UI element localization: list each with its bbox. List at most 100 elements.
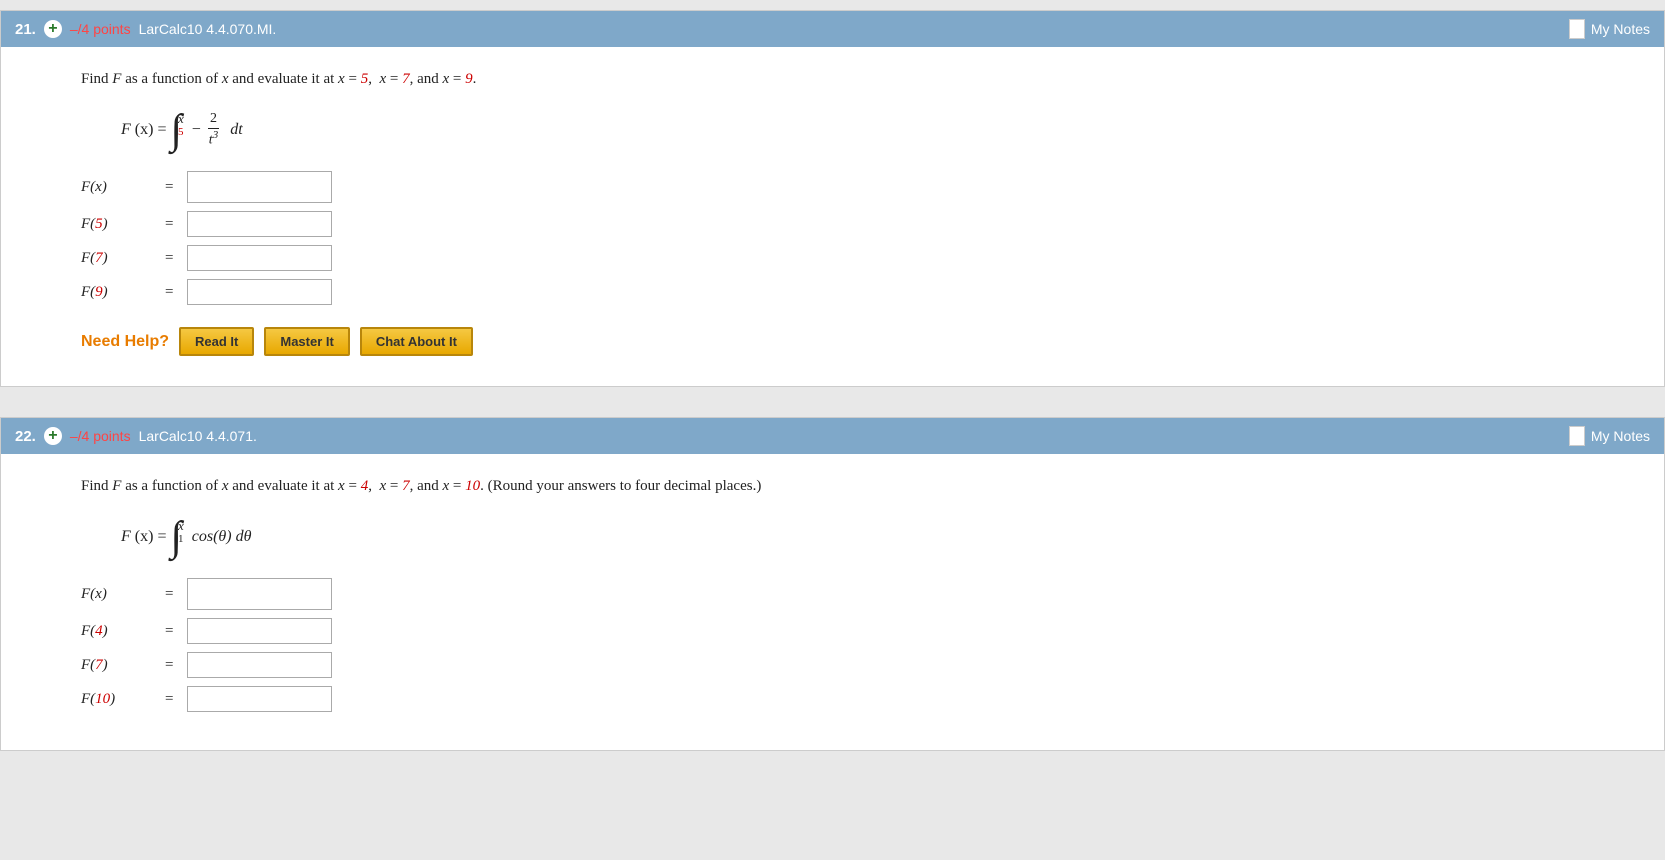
integral-container-22: ∫ x 1	[170, 516, 183, 558]
problem-22-formula: F(x) = ∫ x 1 cos(θ) dθ	[121, 516, 1624, 558]
fx-row-21: F(x) =	[81, 171, 1624, 203]
v3-22: 10	[465, 478, 480, 494]
x3-label-22: x	[443, 478, 450, 494]
master-it-button-21[interactable]: Master It	[264, 327, 349, 356]
problem-22-statement: Find F as a function of x and evaluate i…	[81, 474, 1624, 498]
integral-lower-21: 5	[178, 127, 184, 138]
problem-22-id: LarCalc10 4.4.071.	[139, 428, 257, 444]
page-container: 21. + –/4 points LarCalc10 4.4.070.MI. M…	[0, 0, 1665, 860]
f9-input-21[interactable]	[187, 279, 332, 305]
integral-upper-22: x	[178, 519, 184, 532]
dt-21: dt	[230, 121, 242, 139]
fx-input-22[interactable]	[187, 578, 332, 610]
problem-21-header: 21. + –/4 points LarCalc10 4.4.070.MI. M…	[1, 11, 1664, 47]
f5-label-21: F(5)	[81, 216, 151, 233]
eq-f10-22: =	[165, 691, 173, 708]
f4-row-22: F(4) =	[81, 618, 1624, 644]
eq-f9-21: =	[165, 284, 173, 301]
f7-input-22[interactable]	[187, 652, 332, 678]
v3-21: 9	[465, 71, 473, 87]
integrand-minus-21: −	[192, 121, 201, 139]
fx-input-21[interactable]	[187, 171, 332, 203]
formula-fx-21: F	[121, 121, 131, 139]
v1-21: 5	[361, 71, 369, 87]
problem-21-body: Find F as a function of x and evaluate i…	[1, 47, 1664, 386]
v1-22: 4	[361, 478, 369, 494]
eq-f4-22: =	[165, 623, 173, 640]
problem-21-formula: F(x) = ∫ x 5 − 2 t3 dt	[121, 109, 1624, 151]
frac-num-21: 2	[208, 111, 219, 129]
x2-label-22: x	[379, 478, 386, 494]
problem-22-body: Find F as a function of x and evaluate i…	[1, 454, 1664, 750]
integral-limits-21: x 5	[178, 112, 184, 138]
f4-label-22: F(4)	[81, 623, 151, 640]
eq-22: =	[165, 586, 173, 603]
eq-21: =	[165, 179, 173, 196]
f9-label-21: F(9)	[81, 284, 151, 301]
eq-f7-21: =	[165, 250, 173, 267]
formula-paren-22: (x) =	[135, 528, 167, 546]
f5-row-21: F(5) =	[81, 211, 1624, 237]
integral-formula-21: F(x) = ∫ x 5 − 2 t3 dt	[121, 109, 243, 151]
f10-label-22: F(10)	[81, 691, 151, 708]
x1-label-21: x	[338, 71, 345, 87]
plus-icon-21[interactable]: +	[44, 20, 62, 38]
need-help-row-21: Need Help? Read It Master It Chat About …	[81, 327, 1624, 356]
frac-21: 2 t3	[207, 111, 220, 149]
my-notes-label-22: My Notes	[1591, 428, 1650, 444]
f5-input-21[interactable]	[187, 211, 332, 237]
integral-formula-22: F(x) = ∫ x 1 cos(θ) dθ	[121, 516, 251, 558]
problem-21-points: –/4 points	[70, 21, 131, 37]
read-it-button-21[interactable]: Read It	[179, 327, 254, 356]
eq-f7-22: =	[165, 657, 173, 674]
problem-22-header: 22. + –/4 points LarCalc10 4.4.071. My N…	[1, 418, 1664, 454]
v2-21: 7	[402, 71, 410, 87]
integral-lower-22: 1	[178, 534, 184, 545]
eq-f5-21: =	[165, 216, 173, 233]
x-italic-21: x	[222, 71, 229, 87]
formula-paren-21: (x) =	[135, 121, 167, 139]
problem-22-number: 22.	[15, 428, 36, 445]
problem-22-points: –/4 points	[70, 428, 131, 444]
notes-icon-21	[1569, 19, 1585, 39]
f7-label-21: F(7)	[81, 250, 151, 267]
chat-about-it-button-21[interactable]: Chat About It	[360, 327, 473, 356]
integral-upper-21: x	[178, 112, 184, 125]
f7-row-22: F(7) =	[81, 652, 1624, 678]
problem-21-id: LarCalc10 4.4.070.MI.	[139, 21, 277, 37]
frac-den-21: t3	[207, 129, 220, 149]
notes-icon-22	[1569, 426, 1585, 446]
my-notes-label-21: My Notes	[1591, 21, 1650, 37]
formula-fx-22: F	[121, 528, 131, 546]
fx-label-22: F(x)	[81, 586, 151, 603]
plus-icon-22[interactable]: +	[44, 427, 62, 445]
problem-21-block: 21. + –/4 points LarCalc10 4.4.070.MI. M…	[0, 10, 1665, 387]
my-notes-button-22[interactable]: My Notes	[1569, 426, 1650, 446]
fx-label-21: F(x)	[81, 179, 151, 196]
x1-label-22: x	[338, 478, 345, 494]
fx-row-22: F(x) =	[81, 578, 1624, 610]
integral-limits-22: x 1	[178, 519, 184, 545]
f7-input-21[interactable]	[187, 245, 332, 271]
f10-row-22: F(10) =	[81, 686, 1624, 712]
x3-label-21: x	[443, 71, 450, 87]
f7-label-22: F(7)	[81, 657, 151, 674]
need-help-label-21: Need Help?	[81, 333, 169, 351]
f4-input-22[interactable]	[187, 618, 332, 644]
f7-row-21: F(7) =	[81, 245, 1624, 271]
problem-22-block: 22. + –/4 points LarCalc10 4.4.071. My N…	[0, 417, 1665, 751]
f-italic-21: F	[112, 71, 121, 87]
x-italic-22: x	[222, 478, 229, 494]
integrand-22: cos(θ) dθ	[192, 528, 252, 546]
my-notes-button-21[interactable]: My Notes	[1569, 19, 1650, 39]
problem-21-header-left: 21. + –/4 points LarCalc10 4.4.070.MI.	[15, 20, 276, 38]
integral-container-21: ∫ x 5	[170, 109, 183, 151]
f-italic-22: F	[112, 478, 121, 494]
v2-22: 7	[402, 478, 410, 494]
problem-21-statement: Find F as a function of x and evaluate i…	[81, 67, 1624, 91]
f10-input-22[interactable]	[187, 686, 332, 712]
problem-22-header-left: 22. + –/4 points LarCalc10 4.4.071.	[15, 427, 257, 445]
f9-row-21: F(9) =	[81, 279, 1624, 305]
x2-label-21: x	[379, 71, 386, 87]
problem-21-number: 21.	[15, 21, 36, 38]
